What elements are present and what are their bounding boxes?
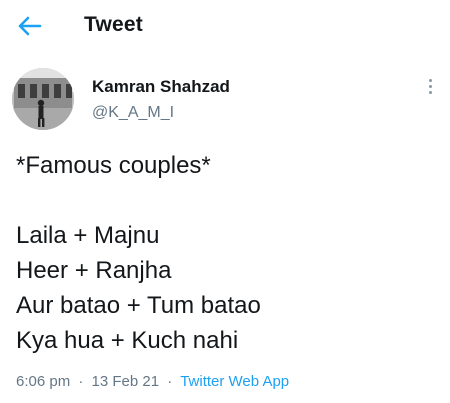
- author-handle[interactable]: @K_A_M_I: [92, 104, 174, 122]
- back-button[interactable]: [14, 12, 46, 40]
- more-options-button[interactable]: [424, 76, 436, 102]
- arrow-left-icon: [18, 16, 42, 36]
- tweet-text-line: Laila + Majnu: [16, 222, 160, 249]
- tweet-text-line: *Famous couples*: [16, 152, 211, 179]
- tweet-text-line: Kya hua + Kuch nahi: [16, 327, 239, 354]
- tweet-text: *Famous couples* Laila + Majnu Heer + Ra…: [16, 148, 436, 358]
- tweet-time: 6:06 pm: [16, 373, 71, 390]
- tweet-source-link[interactable]: Twitter Web App: [180, 373, 289, 390]
- author-name[interactable]: Kamran Shahzad: [92, 77, 230, 97]
- tweet-text-line: [16, 183, 436, 218]
- tweet-author: Kamran Shahzad @K_A_M_I: [12, 68, 438, 130]
- meta-separator: ·: [78, 373, 84, 390]
- more-vertical-icon: [424, 79, 436, 94]
- avatar-photo: [12, 68, 74, 130]
- avatar[interactable]: [12, 68, 74, 130]
- tweet-text-line: Heer + Ranjha: [16, 257, 172, 284]
- tweet-text-line: Aur batao + Tum batao: [16, 292, 261, 319]
- top-bar: Tweet: [0, 0, 450, 52]
- tweet-metadata: 6:06 pm · 13 Feb 21 · Twitter Web App: [16, 373, 289, 390]
- tweet-date: 13 Feb 21: [91, 373, 160, 390]
- page-title: Tweet: [84, 13, 143, 36]
- meta-separator: ·: [167, 373, 173, 390]
